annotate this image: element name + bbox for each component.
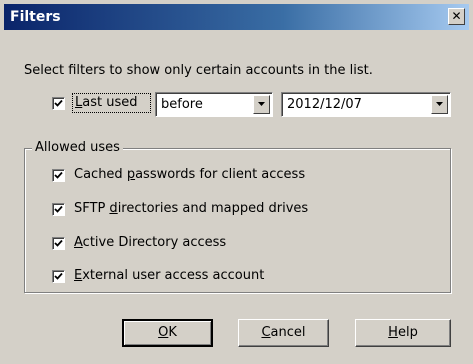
last-used-checkbox[interactable] [52, 97, 65, 110]
allowed-uses-label: Allowed uses [32, 140, 123, 155]
sftp-directories-checkbox[interactable] [52, 203, 65, 216]
checkmark-icon [54, 171, 63, 179]
cached-passwords-label[interactable]: Cached passwords for client access [74, 167, 305, 182]
chevron-down-icon [436, 102, 443, 106]
external-user-label[interactable]: External user access account [74, 268, 264, 283]
help-button-label: elp [397, 325, 418, 340]
sftp-directories-label-post: irectories and mapped drives [117, 201, 309, 216]
sftp-directories-label-pre: SFTP [74, 201, 110, 216]
operator-select-value: before [161, 97, 203, 112]
close-icon: ✕ [451, 9, 462, 23]
help-button-mnemonic: H [388, 325, 398, 340]
operator-dropdown-button[interactable] [253, 95, 270, 114]
external-user-label-post: xternal user access account [82, 268, 265, 283]
cached-passwords-mnemonic: p [126, 167, 136, 182]
ok-button-mnemonic: O [158, 325, 169, 340]
cancel-button-label: ancel [270, 325, 306, 340]
cancel-button-mnemonic: C [261, 325, 271, 340]
chevron-down-icon [258, 102, 265, 106]
intro-text: Select filters to show only certain acco… [24, 63, 373, 78]
cached-passwords-checkbox[interactable] [52, 169, 65, 182]
active-directory-label[interactable]: Active Directory access [74, 235, 226, 250]
external-user-checkbox[interactable] [52, 270, 65, 283]
active-directory-checkbox[interactable] [52, 237, 65, 250]
active-directory-mnemonic: A [74, 235, 83, 250]
external-user-mnemonic: E [74, 268, 83, 283]
date-select-value: 2012/12/07 [287, 97, 362, 112]
checkmark-icon [54, 272, 63, 280]
filters-dialog: Filters ✕ Select filters to show only ce… [0, 0, 473, 364]
close-button[interactable]: ✕ [448, 8, 465, 25]
sftp-directories-mnemonic: d [109, 201, 118, 216]
date-dropdown-button[interactable] [431, 95, 448, 114]
operator-select[interactable]: before [155, 92, 273, 117]
date-select[interactable]: 2012/12/07 [281, 92, 451, 117]
sftp-directories-label[interactable]: SFTP directories and mapped drives [74, 201, 308, 216]
checkmark-icon [54, 239, 63, 247]
ok-button-label: K [168, 325, 177, 340]
help-button[interactable]: Help [355, 319, 451, 347]
cancel-button[interactable]: Cancel [238, 319, 329, 347]
last-used-label-text: ast used [82, 95, 138, 110]
ok-button[interactable]: OK [122, 319, 213, 347]
active-directory-label-post: ctive Directory access [82, 235, 227, 250]
title-bar[interactable]: Filters ✕ [4, 4, 469, 30]
checkmark-icon [54, 205, 63, 213]
window-title: Filters [10, 9, 61, 25]
cached-passwords-label-pre: Cached [74, 167, 127, 182]
cached-passwords-label-post: asswords for client access [135, 167, 306, 182]
checkmark-icon [54, 99, 63, 107]
last-used-label[interactable]: Last used [75, 95, 137, 110]
